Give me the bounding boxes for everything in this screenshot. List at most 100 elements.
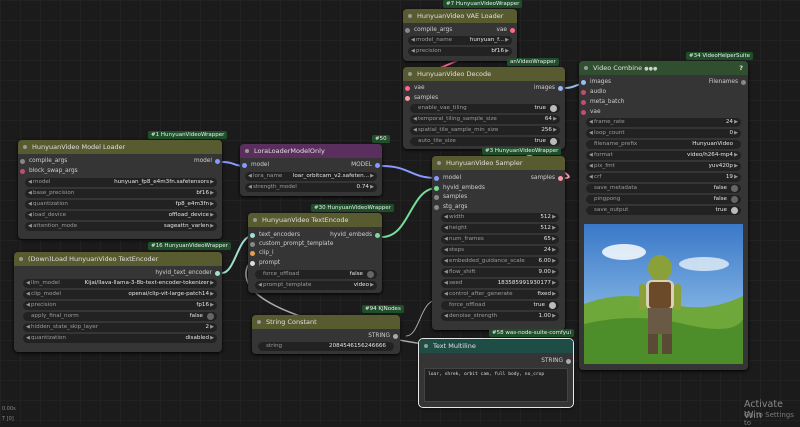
strength-model-widget[interactable]: ◀ strength_model 0.74 ▶ [245,183,377,192]
input-model[interactable]: model [242,161,269,170]
arrow-right-icon[interactable]: ▶ [210,290,214,299]
model-widget[interactable]: ◀ model hunyuan_fp8_e4m3fn.safetensors ▶ [25,178,217,187]
arrow-right-icon[interactable]: ▶ [734,118,738,127]
slot-icon[interactable] [434,176,439,181]
string-value-field[interactable]: string 2084546156246666 [258,342,394,351]
toggle-knob-icon[interactable] [550,138,557,145]
collapse-dot-icon[interactable] [584,66,588,70]
arrow-left-icon[interactable]: ◀ [413,126,417,135]
arrow-left-icon[interactable]: ◀ [258,281,262,290]
input-compile-args[interactable]: compile_args [405,26,452,35]
slot-icon[interactable] [434,195,439,200]
arrow-right-icon[interactable]: ▶ [210,189,214,198]
slot-icon[interactable] [375,163,380,168]
input-clip-l[interactable]: clip_l [250,249,274,258]
force-offload-toggle[interactable]: force_offload true [441,301,559,310]
video-preview[interactable] [584,224,743,364]
quantization-widget[interactable]: ◀ quantization disabled ▶ [23,334,217,343]
slot-icon[interactable] [405,28,410,33]
input-vae[interactable]: vae [405,84,425,93]
slot-icon[interactable] [434,205,439,210]
arrow-right-icon[interactable]: ▶ [552,279,556,288]
arrow-left-icon[interactable]: ◀ [26,279,30,288]
arrow-left-icon[interactable]: ◀ [28,178,32,187]
arrow-left-icon[interactable]: ◀ [26,301,30,310]
hidden-state-skip-layer-widget[interactable]: ◀ hidden_state_skip_layer 2 ▶ [23,323,217,332]
temporal-tiling-widget[interactable]: ◀ temporal_tiling_sample_size 64 ▶ [410,115,560,124]
control-after-generate-widget[interactable]: ◀ control_after_generate fixed ▶ [441,290,559,299]
denoise-strength-widget[interactable]: ◀ denoise_strength 1.00 ▶ [441,312,559,321]
collapse-dot-icon[interactable] [424,344,428,348]
output-string[interactable]: STRING [368,332,398,341]
lora-name-widget[interactable]: ◀ lora_name loar_orbitcam_v2.safeten... ▶ [245,172,377,181]
slot-icon[interactable] [581,100,586,105]
arrow-right-icon[interactable]: ▶ [552,290,556,299]
input-images[interactable]: images [581,78,611,87]
arrow-right-icon[interactable]: ▶ [370,172,374,181]
collapse-dot-icon[interactable] [245,149,249,153]
slot-icon[interactable] [566,359,571,364]
input-audio[interactable]: audio [581,88,606,97]
arrow-right-icon[interactable]: ▶ [210,279,214,288]
arrow-right-icon[interactable]: ▶ [210,222,214,231]
arrow-left-icon[interactable]: ◀ [28,222,32,231]
arrow-right-icon[interactable]: ▶ [370,183,374,192]
node-header[interactable]: HunyuanVideo Model Loader [18,140,222,154]
toggle-knob-icon[interactable] [549,302,556,309]
arrow-right-icon[interactable]: ▶ [552,257,556,266]
slot-icon[interactable] [215,271,220,276]
arrow-left-icon[interactable]: ◀ [444,246,448,255]
arrow-left-icon[interactable]: ◀ [444,312,448,321]
arrow-left-icon[interactable]: ◀ [26,334,30,343]
arrow-right-icon[interactable]: ▶ [505,47,509,56]
slot-icon[interactable] [581,110,586,115]
node-header[interactable]: HunyuanVideo VAE Loader [403,9,517,23]
input-samples[interactable]: samples [434,193,467,202]
node-header[interactable]: LoraLoaderModelOnly [240,144,382,158]
steps-widget[interactable]: ◀ steps 24 ▶ [441,246,559,255]
arrow-right-icon[interactable]: ▶ [552,246,556,255]
output-samples[interactable]: samples [531,174,563,183]
arrow-right-icon[interactable]: ▶ [370,281,374,290]
slot-icon[interactable] [375,233,380,238]
arrow-right-icon[interactable]: ▶ [553,115,557,124]
multiline-text-input[interactable]: loar, shrek, orbit cam, full body, no_cr… [424,368,568,402]
arrow-left-icon[interactable]: ◀ [248,172,252,181]
pix-fmt-widget[interactable]: ◀ pix_fmt yuv420p ▶ [586,162,741,171]
video-combine-node[interactable]: Video Combine ●●●? images audio meta_bat… [579,61,748,370]
force-offload-toggle[interactable]: force_offload false [255,270,377,279]
arrow-left-icon[interactable]: ◀ [28,189,32,198]
crf-widget[interactable]: ◀ crf 19 ▶ [586,173,741,182]
guidance-scale-widget[interactable]: ◀ embedded_guidance_scale 6.00 ▶ [441,257,559,266]
slot-icon[interactable] [558,176,563,181]
toggle-knob-icon[interactable] [550,105,557,112]
arrow-right-icon[interactable]: ▶ [552,268,556,277]
vae-decode-node[interactable]: HunyuanVideo Decode vae samples images e… [403,67,565,149]
arrow-left-icon[interactable]: ◀ [411,36,415,45]
arrow-left-icon[interactable]: ◀ [444,290,448,299]
arrow-right-icon[interactable]: ▶ [552,312,556,321]
vae-loader-node[interactable]: HunyuanVideo VAE Loader compile_args vae… [403,9,517,61]
attention-mode-widget[interactable]: ◀ attention_mode sageattn_varlen ▶ [25,222,217,231]
input-compile-args[interactable]: compile_args [20,157,67,166]
arrow-right-icon[interactable]: ▶ [553,126,557,135]
arrow-left-icon[interactable]: ◀ [444,224,448,233]
pingpong-toggle[interactable]: pingpong false [586,195,741,204]
slot-icon[interactable] [434,186,439,191]
output-hyvid-text-encoder[interactable]: hyvid_text_encoder [155,269,220,278]
collapse-dot-icon[interactable] [253,218,257,222]
slot-icon[interactable] [20,159,25,164]
string-constant-node[interactable]: String Constant STRING string 20845461562… [252,315,400,354]
auto-tile-toggle[interactable]: auto_tile_size true [410,137,560,146]
download-text-encoder-node[interactable]: (Down)Load HunyuanVideo TextEncoder hyvi… [14,252,222,352]
arrow-left-icon[interactable]: ◀ [444,279,448,288]
num-frames-widget[interactable]: ◀ num_frames 65 ▶ [441,235,559,244]
output-hyvid-embeds[interactable]: hyvid_embeds [330,231,380,240]
arrow-left-icon[interactable]: ◀ [444,268,448,277]
width-widget[interactable]: ◀ width 512 ▶ [441,213,559,222]
arrow-left-icon[interactable]: ◀ [411,47,415,56]
input-custom-prompt-template[interactable]: custom_prompt_template [250,240,333,249]
arrow-right-icon[interactable]: ▶ [552,235,556,244]
input-stg-args[interactable]: stg_args [434,203,467,212]
input-vae[interactable]: vae [581,108,601,117]
